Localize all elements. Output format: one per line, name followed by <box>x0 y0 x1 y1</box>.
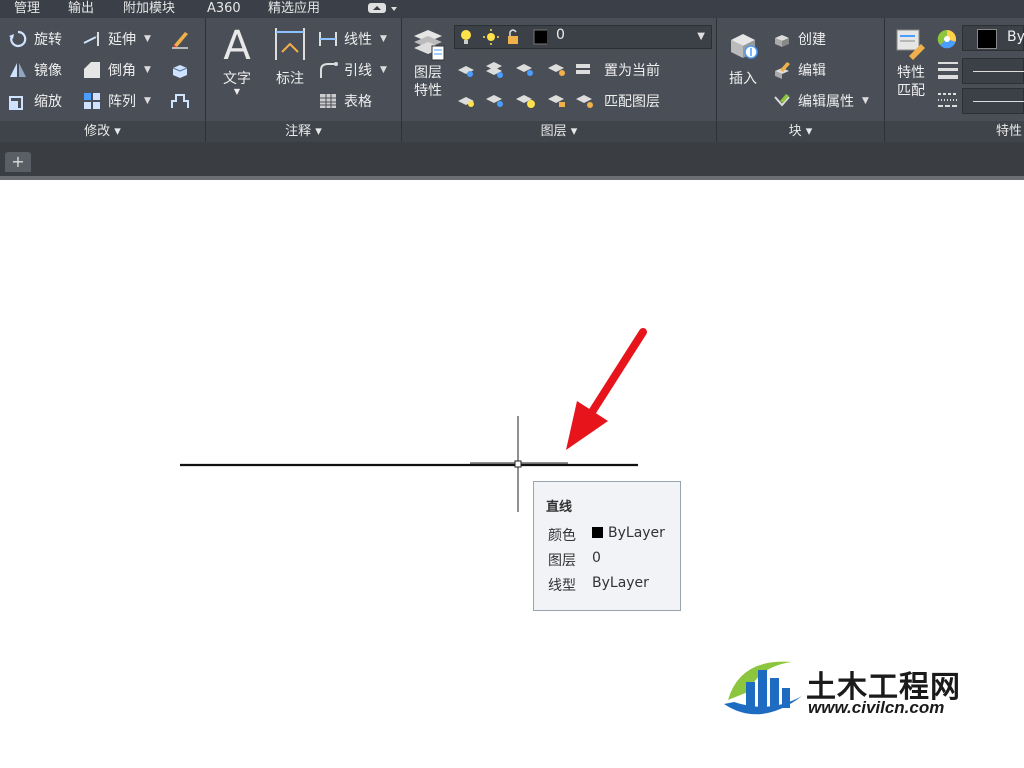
tooltip-layer-value: 0 <box>592 550 601 566</box>
layer-properties-button[interactable]: 图层 特性 <box>408 26 448 100</box>
color-wheel-icon[interactable] <box>936 28 958 50</box>
text-button[interactable]: A 文字 ▼ <box>215 24 259 96</box>
ribbon: 旋转 延伸 ▼ 镜像 倒角 ▼ 缩放 阵列 ▼ 修改 ▾ A 文字 ▼ 标注 线… <box>0 18 1024 142</box>
stretch-button[interactable] <box>170 89 196 113</box>
array-button[interactable]: 阵列 ▼ <box>82 89 151 113</box>
current-layer-name: 0 <box>556 27 565 43</box>
group-title-block[interactable]: 块 ▾ <box>717 121 884 142</box>
edit-attributes-button[interactable]: 编辑属性 ▼ <box>772 89 869 113</box>
edit-block-icon <box>775 62 790 79</box>
scale-button[interactable]: 缩放 <box>8 89 62 113</box>
rotate-button[interactable]: 旋转 <box>8 27 62 51</box>
menu-item-featured-apps[interactable]: 精选应用 <box>268 0 320 18</box>
dimension-icon <box>275 28 305 60</box>
color-dropdown[interactable]: By <box>962 25 1024 51</box>
extend-button[interactable]: 延伸 ▼ <box>82 27 151 51</box>
layer-stack-icon <box>414 30 445 61</box>
menu-item-manage[interactable]: 管理 <box>14 0 40 18</box>
color-dropdown-value: By <box>1007 29 1024 45</box>
table-icon <box>320 94 336 108</box>
object-tooltip: 直线 颜色 ByLayer 图层 0 线型 ByLayer <box>533 481 681 611</box>
tooltip-title: 直线 <box>546 500 573 515</box>
chevron-down-icon: ▼ <box>233 87 241 96</box>
edit-attributes-icon <box>774 94 790 107</box>
color-swatch <box>592 527 603 538</box>
tooltip-color-label: 颜色 <box>548 528 576 544</box>
linetype-icon[interactable] <box>937 90 959 110</box>
insert-block-icon <box>731 34 758 59</box>
mirror-icon <box>10 63 26 77</box>
file-tab-strip <box>0 142 1024 176</box>
chevron-down-icon: ▼ <box>144 65 151 75</box>
group-title-modify[interactable]: 修改 ▾ <box>0 121 205 142</box>
color-swatch <box>977 29 997 49</box>
leader-button[interactable]: 引线 ▼ <box>318 58 387 82</box>
chevron-down-icon: ▼ <box>380 34 387 44</box>
mirror-button[interactable]: 镜像 <box>8 58 62 82</box>
array-icon <box>84 93 100 109</box>
minimize-ribbon-button[interactable] <box>368 1 397 15</box>
tooltip-layer-label: 图层 <box>548 553 576 569</box>
copy-icon <box>172 65 188 78</box>
group-title-annotation[interactable]: 注释 ▾ <box>206 121 401 142</box>
chamfer-icon <box>84 62 100 78</box>
edit-block-button[interactable]: 编辑 <box>772 58 826 82</box>
tooltip-linetype-label: 线型 <box>548 578 576 594</box>
chamfer-button[interactable]: 倒角 ▼ <box>82 58 151 82</box>
chevron-down-icon: ▼ <box>862 96 869 106</box>
linetype-dropdown[interactable] <box>962 88 1024 114</box>
chevron-down-icon: ▼ <box>697 31 705 42</box>
create-block-button[interactable]: 创建 <box>772 27 826 51</box>
tooltip-color-value: ByLayer <box>592 525 665 541</box>
chevron-down-icon: ▼ <box>380 65 387 75</box>
watermark-url: www.civilcn.com <box>808 698 945 717</box>
create-block-icon <box>775 35 789 47</box>
text-a-icon: A <box>223 23 251 69</box>
layer-state-icons <box>461 29 547 45</box>
chevron-down-icon: ▼ <box>144 96 151 106</box>
layer-tool-icons-row1 <box>458 62 590 78</box>
erase-button[interactable] <box>170 27 196 51</box>
leader-icon <box>320 62 338 78</box>
match-layer-button[interactable]: 匹配图层 <box>604 89 660 113</box>
layer-dropdown[interactable]: 0 ▼ <box>454 25 712 49</box>
group-title-layers[interactable]: 图层 ▾ <box>402 121 716 142</box>
set-current-layer-button[interactable]: 置为当前 <box>604 58 660 82</box>
match-properties-icon <box>896 29 925 60</box>
match-properties-button[interactable]: 特性 匹配 <box>890 26 932 100</box>
layer-tool-icons-row2 <box>458 95 593 108</box>
dimension-button[interactable]: 标注 <box>268 26 312 88</box>
tooltip-linetype-value: ByLayer <box>592 575 649 591</box>
lineweight-dropdown[interactable] <box>962 58 1024 84</box>
lineweight-icon[interactable] <box>937 60 959 80</box>
extend-icon <box>83 32 99 46</box>
stretch-icon <box>171 94 189 108</box>
table-button[interactable]: 表格 <box>318 89 372 113</box>
cursor-pickbox <box>514 460 522 468</box>
pencil-icon <box>172 32 188 49</box>
menu-bar: 管理 输出 附加模块 A360 精选应用 <box>0 0 1024 18</box>
group-title-properties[interactable]: 特性 <box>885 121 1024 142</box>
linear-dimension-button[interactable]: 线性 ▼ <box>318 27 387 51</box>
chevron-up-icon <box>368 3 397 13</box>
scale-icon <box>9 96 23 110</box>
rotate-icon <box>9 30 27 48</box>
watermark-logo-icon <box>724 661 802 715</box>
chevron-down-icon: ▼ <box>144 34 151 44</box>
insert-block-button[interactable]: 插入 <box>722 26 764 88</box>
copy-button[interactable] <box>170 58 196 82</box>
menu-item-a360[interactable]: A360 <box>207 0 241 18</box>
new-tab-button[interactable]: + <box>5 152 31 172</box>
menu-item-addins[interactable]: 附加模块 <box>123 0 175 18</box>
menu-item-output[interactable]: 输出 <box>68 0 94 18</box>
linear-dim-icon <box>319 32 337 46</box>
plus-icon: + <box>11 152 25 171</box>
red-arrow-icon <box>566 328 647 450</box>
